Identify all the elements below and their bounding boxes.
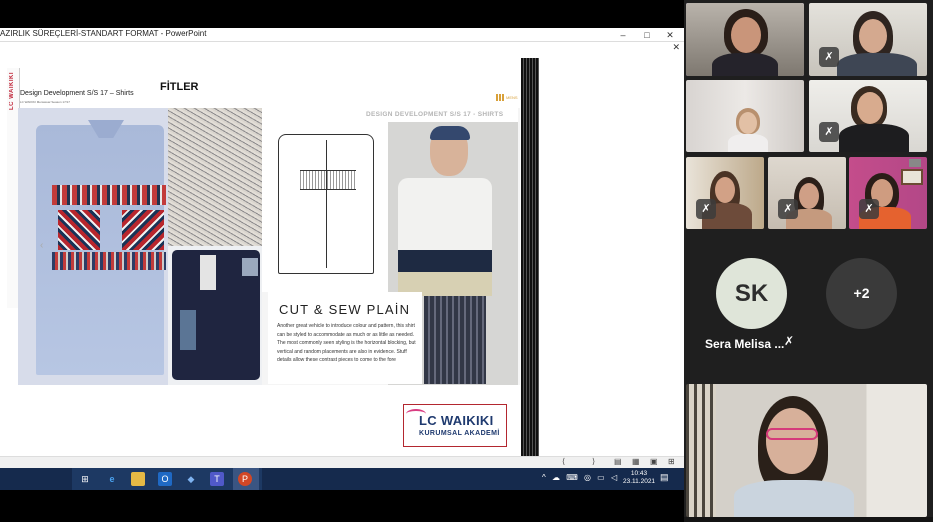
clock-time: 10:43 xyxy=(630,470,648,477)
clock[interactable]: 10:43 23.11.2021 xyxy=(623,470,655,486)
participant-body xyxy=(734,480,854,517)
mic-off-icon: ✗ xyxy=(778,199,798,219)
app-icon[interactable]: ◆ xyxy=(184,472,198,486)
participant-body xyxy=(712,53,778,76)
participant-face xyxy=(857,92,883,124)
model-shirt-plaid xyxy=(424,296,486,384)
participant-face xyxy=(739,112,757,134)
powerpoint-subbar: ✕ xyxy=(0,42,684,56)
participant-tile[interactable]: ✗ xyxy=(849,157,927,229)
powerpoint-statusbar xyxy=(0,456,684,468)
system-tray[interactable]: ^ ☁ ⌨ ◎ ▭ ◁ xyxy=(542,473,619,482)
minimize-button[interactable]: – xyxy=(612,28,634,42)
fabric-swatch xyxy=(168,108,262,246)
shirt-band xyxy=(52,252,166,270)
shared-screen: AZIRLIK SÜREÇLERİ-STANDART FORMAT - Powe… xyxy=(0,0,684,522)
participant-tile[interactable]: ✗ xyxy=(809,80,927,152)
model-cap xyxy=(430,126,470,140)
screen-bottom xyxy=(0,490,684,522)
slide-edge-strip xyxy=(521,58,539,456)
next-slide-button[interactable]: ⟩ xyxy=(592,457,595,466)
side-logo-text: LC WAIKIKI xyxy=(9,72,15,110)
shirt-patch xyxy=(200,255,216,290)
shirt-pocket xyxy=(122,210,164,250)
powerpoint-icon[interactable]: P xyxy=(238,472,252,486)
glasses-icon xyxy=(766,428,818,440)
participant-tile[interactable] xyxy=(686,3,804,76)
edge-icon[interactable]: e xyxy=(105,472,119,486)
participant-face xyxy=(715,177,735,203)
reading-view-button[interactable]: ▣ xyxy=(650,457,658,466)
participant-body xyxy=(728,134,768,152)
mic-off-icon: ✗ xyxy=(859,199,879,219)
participant-tile[interactable] xyxy=(686,80,804,152)
chevron-left-icon[interactable]: ‹ xyxy=(40,240,43,251)
window-title: AZIRLIK SÜREÇLERİ-STANDART FORMAT - Powe… xyxy=(0,29,207,38)
mic-off-icon: ✗ xyxy=(819,122,839,142)
document-title: Design Development S/S 17 – Shirts xyxy=(20,90,134,97)
participant-face xyxy=(859,19,887,53)
slide-title: FİTLER xyxy=(160,81,199,93)
file-explorer-icon[interactable]: ▬ xyxy=(131,472,145,486)
screen: AZIRLIK SÜREÇLERİ-STANDART FORMAT - Powe… xyxy=(0,0,933,522)
powerpoint-titlebar: AZIRLIK SÜREÇLERİ-STANDART FORMAT - Powe… xyxy=(0,28,684,42)
participant-tile[interactable]: ✗ xyxy=(768,157,846,229)
outlook-icon[interactable]: O xyxy=(158,472,172,486)
document-subtitle: LC WAIKIKI Menswear Season 17/17 xyxy=(20,100,70,104)
participant-body xyxy=(839,124,909,152)
participant-tile[interactable]: ✗ xyxy=(686,157,764,229)
teams-icon[interactable]: T xyxy=(210,472,224,486)
task-view-icon[interactable]: ⊞ xyxy=(78,472,92,486)
participant-name: Sera Melisa ... xyxy=(705,337,785,351)
participant-face xyxy=(731,17,761,53)
maximize-button[interactable]: □ xyxy=(636,28,658,42)
model-shirt-white xyxy=(398,178,492,250)
prev-slide-button[interactable]: ⟨ xyxy=(562,457,565,466)
logo-sub-text: KURUMSAL AKADEMİ xyxy=(419,430,500,437)
chevron-down-icon xyxy=(909,159,921,167)
notification-icon[interactable]: ▤ xyxy=(660,472,669,483)
clock-date: 23.11.2021 xyxy=(623,478,656,485)
shirt-patch xyxy=(242,258,258,276)
mic-off-icon: ✗ xyxy=(696,199,716,219)
sketch-placket xyxy=(326,140,327,268)
sketch-band xyxy=(300,170,356,190)
self-view-tile[interactable] xyxy=(686,384,927,517)
close-presentation-button[interactable]: ✕ xyxy=(672,42,680,53)
shirt-body xyxy=(36,125,164,375)
mic-off-icon: ✗ xyxy=(819,47,839,67)
shirt-pocket xyxy=(58,210,100,250)
avatar-initials[interactable]: SK xyxy=(716,258,787,329)
mic-off-icon: ✗ xyxy=(784,334,795,348)
panel-footer xyxy=(684,517,933,522)
participant-face xyxy=(766,408,818,474)
slideshow-view-button[interactable]: ⊞ xyxy=(668,457,675,466)
shirt-patch xyxy=(180,310,196,350)
close-button[interactable]: ✕ xyxy=(659,28,681,42)
participant-face xyxy=(799,183,819,209)
model-shirt-navy xyxy=(398,250,492,272)
grid-label: MENS xyxy=(506,95,518,100)
moodboard-header-text: DESIGN DEVELOPMENT S/S 17 - SHIRTS xyxy=(366,111,504,118)
cut-sew-title: CUT & SEW PLAİN xyxy=(279,302,411,317)
shirt-band xyxy=(52,185,166,205)
blinds xyxy=(686,384,716,517)
logo-main-text: LC WAIKIKI xyxy=(419,413,494,428)
cut-sew-body: Another great vehicle to introduce colou… xyxy=(277,323,416,364)
participant-body xyxy=(837,53,917,76)
participant-tile[interactable]: ✗ xyxy=(809,3,927,76)
wall-frame xyxy=(901,169,923,185)
grid-icon xyxy=(496,94,504,101)
more-participants-button[interactable]: +2 xyxy=(826,258,897,329)
normal-view-button[interactable]: ▤ xyxy=(614,457,622,466)
sorter-view-button[interactable]: ▦ xyxy=(632,457,640,466)
